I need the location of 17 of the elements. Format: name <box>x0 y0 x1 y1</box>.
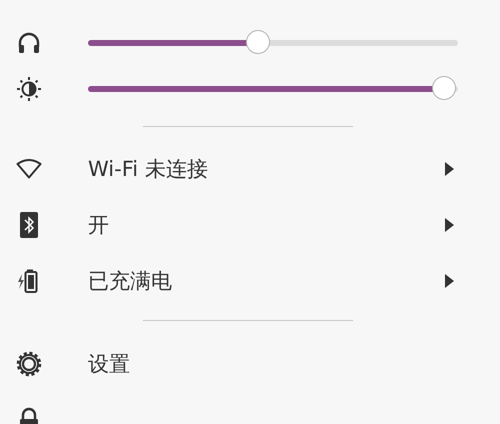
slider-handle[interactable] <box>246 30 270 54</box>
menu-item[interactable]: 已充满电 <box>0 253 500 309</box>
gear-icon <box>16 351 42 377</box>
menu-item-label: Wi-Fi 未连接 <box>88 156 209 183</box>
menu-item-label: 设置 <box>88 351 131 378</box>
headphones-icon <box>17 31 41 55</box>
menu-item-label: 已充满电 <box>88 268 173 295</box>
slider[interactable] <box>88 30 458 56</box>
menu-item-label: 开 <box>88 212 110 239</box>
menu-item[interactable]: 设置 <box>0 336 500 392</box>
brightness-icon <box>16 76 42 102</box>
slider-handle[interactable] <box>432 76 456 100</box>
wifi-icon <box>16 159 42 179</box>
menu-item[interactable]: Wi-Fi 未连接 <box>0 141 500 197</box>
slider[interactable] <box>88 76 458 102</box>
bluetooth-icon <box>20 212 38 238</box>
menu-item[interactable]: 开 <box>0 197 500 253</box>
